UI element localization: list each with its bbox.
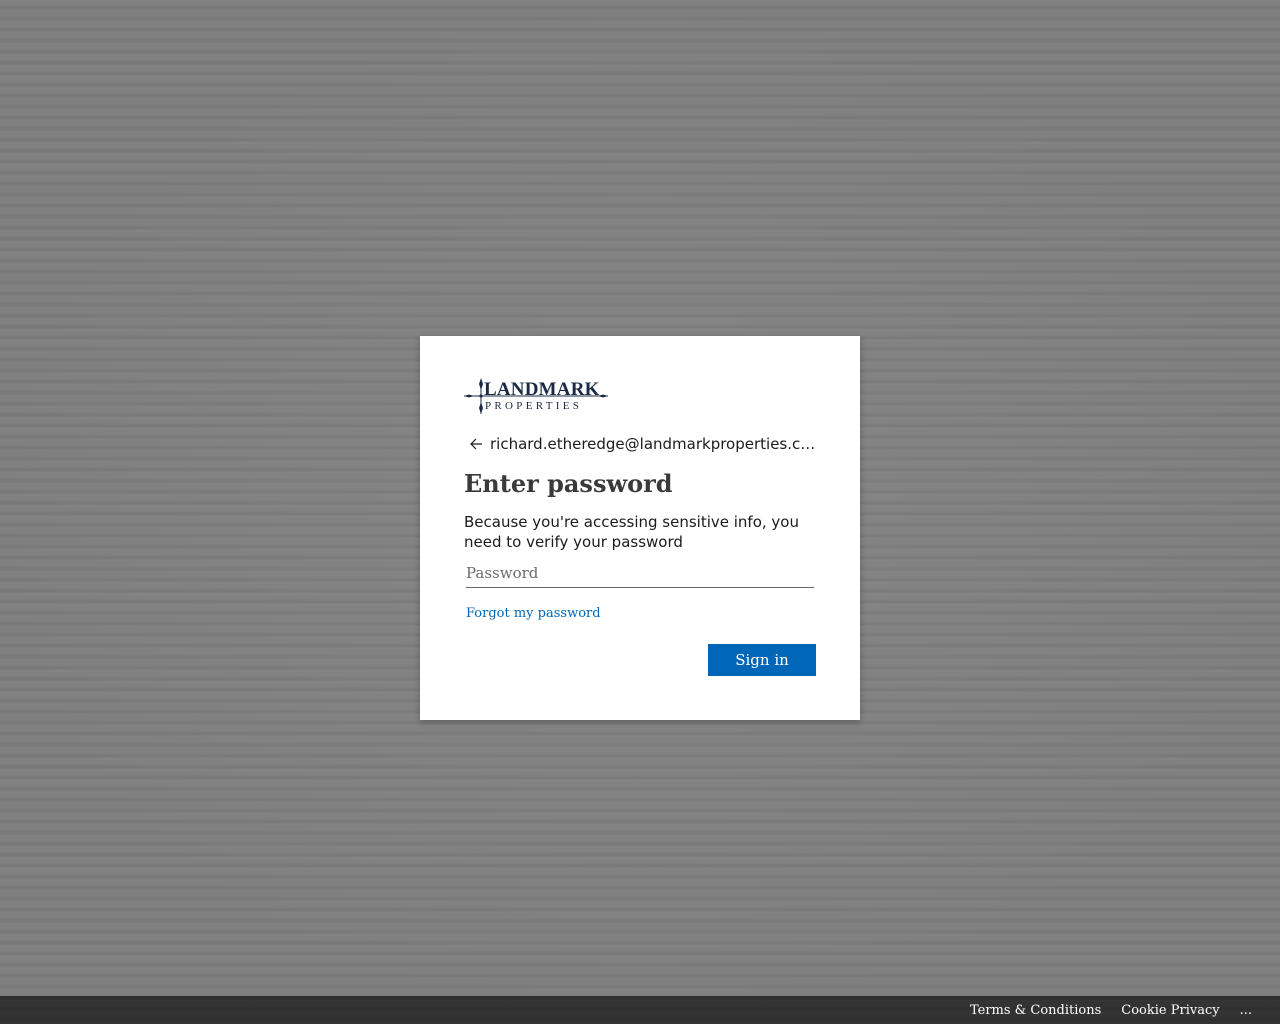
footer-bar: Terms & Conditions Cookie Privacy ... bbox=[0, 996, 1280, 1024]
cookie-privacy-link[interactable]: Cookie Privacy bbox=[1121, 1003, 1219, 1018]
password-input[interactable] bbox=[466, 558, 814, 588]
more-options-button[interactable]: ... bbox=[1240, 1003, 1252, 1018]
terms-link[interactable]: Terms & Conditions bbox=[970, 1003, 1101, 1018]
page-title: Enter password bbox=[464, 469, 673, 498]
logo-subtitle: PROPERTIES bbox=[485, 400, 583, 412]
identity-banner: richard.etheredge@landmarkproperties.com bbox=[464, 432, 816, 456]
forgot-password-link[interactable]: Forgot my password bbox=[466, 606, 601, 621]
back-button[interactable] bbox=[464, 432, 488, 456]
logo-wordmark: LANDMARK bbox=[484, 379, 600, 400]
sign-in-card: LANDMARK PROPERTIES richard.etheredge@la… bbox=[420, 336, 860, 720]
sign-in-button[interactable]: Sign in bbox=[708, 644, 816, 676]
account-email: richard.etheredge@landmarkproperties.com bbox=[490, 435, 816, 453]
arrow-left-icon bbox=[470, 438, 482, 450]
company-logo: LANDMARK PROPERTIES bbox=[464, 378, 608, 418]
page-description: Because you're accessing sensitive info,… bbox=[464, 513, 799, 551]
